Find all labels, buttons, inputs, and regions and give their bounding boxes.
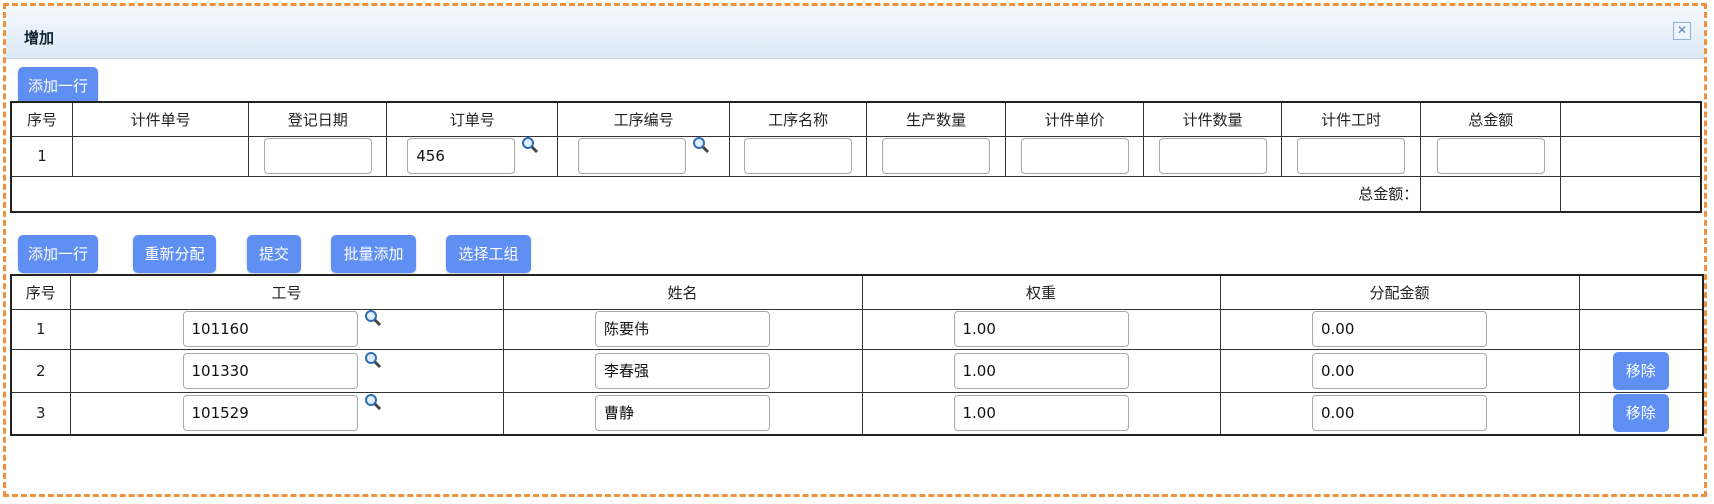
table-row: 1 101160 陈要伟 1.00 0.00 [10, 308, 1704, 350]
proc-code-input[interactable] [578, 138, 687, 174]
cell-weight: 1.00 [861, 391, 1221, 436]
cell-emp-no: 101330 [69, 348, 504, 393]
cell-piece-hours [1281, 135, 1422, 177]
name-input[interactable]: 曹静 [595, 395, 770, 432]
header-order-no: 订单号 [386, 101, 559, 137]
weight-input[interactable]: 1.00 [953, 311, 1129, 347]
header-unit-price: 计件单价 [1005, 101, 1145, 137]
cell-amount: 0.00 [1219, 308, 1580, 350]
cell-action: 移除 [1578, 391, 1704, 436]
unit-price-input[interactable] [1020, 138, 1129, 174]
cell-seq: 1 [10, 135, 74, 177]
piece-qty-input[interactable] [1158, 138, 1267, 174]
add-row-button[interactable]: 添加一行 [18, 235, 98, 273]
cell-seq: 1 [10, 308, 71, 350]
table-row: 3 101529 曹静 1.00 0.00 移除 [10, 391, 1704, 436]
allocation-table: 序号 工号 姓名 权重 分配金额 1 101160 陈要伟 1.00 0.00 … [10, 274, 1704, 436]
amount-input[interactable]: 0.00 [1312, 352, 1487, 389]
cell-name: 李春强 [502, 348, 863, 393]
cell-weight: 1.00 [861, 308, 1221, 350]
emp-no-input[interactable]: 101330 [182, 352, 358, 389]
cell-proc-name [729, 135, 868, 177]
reassign-button[interactable]: 重新分配 [133, 235, 216, 273]
batch-add-button[interactable]: 批量添加 [331, 235, 416, 273]
emp-no-input[interactable]: 101529 [182, 395, 358, 432]
table-header-row: 序号 计件单号 登记日期 订单号 工序编号 工序名称 生产数量 计件单价 计件数… [10, 101, 1702, 137]
total-value [1420, 175, 1562, 213]
name-input[interactable]: 陈要伟 [595, 311, 770, 347]
cell-order-no: 456 [386, 135, 559, 177]
header-name: 姓名 [502, 274, 863, 310]
order-no-input[interactable]: 456 [407, 138, 516, 174]
header-prod-qty: 生产数量 [866, 101, 1007, 137]
cell-emp-no: 101529 [69, 391, 504, 436]
remove-button[interactable]: 移除 [1612, 394, 1669, 433]
header-proc-code: 工序编号 [557, 101, 731, 137]
search-icon[interactable] [364, 309, 382, 327]
top-add-row-button[interactable]: 添加一行 [18, 67, 98, 105]
cell-action [1578, 308, 1704, 350]
header-piece-hours: 计件工时 [1281, 101, 1422, 137]
select-group-button[interactable]: 选择工组 [446, 235, 531, 273]
total-input[interactable] [1436, 138, 1545, 174]
table-header-row: 序号 工号 姓名 权重 分配金额 [10, 274, 1704, 310]
cell-seq: 3 [10, 391, 71, 436]
header-proc-name: 工序名称 [729, 101, 868, 137]
cell-seq: 2 [10, 348, 71, 393]
cell-unit-price [1005, 135, 1145, 177]
weight-input[interactable]: 1.00 [953, 352, 1129, 389]
header-piece-qty: 计件数量 [1143, 101, 1283, 137]
table-footer-row: 总金额： [10, 175, 1702, 213]
remove-button[interactable]: 移除 [1612, 351, 1669, 390]
weight-input[interactable]: 1.00 [953, 395, 1129, 432]
header-reg-date: 登记日期 [248, 101, 388, 137]
cell-action: 移除 [1578, 348, 1704, 393]
amount-input[interactable]: 0.00 [1312, 395, 1487, 432]
header-seq: 序号 [10, 274, 71, 310]
cell-name: 陈要伟 [502, 308, 863, 350]
footer-empty-cell [1560, 175, 1702, 213]
header-action [1578, 274, 1704, 310]
emp-no-input[interactable]: 101160 [182, 311, 358, 347]
search-icon[interactable] [521, 136, 539, 154]
cell-proc-code [557, 135, 731, 177]
header-emp-no: 工号 [69, 274, 504, 310]
cell-total [1420, 135, 1562, 177]
proc-name-input[interactable] [744, 138, 853, 174]
cell-reg-date [248, 135, 388, 177]
cell-amount: 0.00 [1219, 348, 1580, 393]
search-icon[interactable] [364, 351, 382, 369]
cell-prod-qty [866, 135, 1007, 177]
name-input[interactable]: 李春强 [595, 352, 770, 389]
cell-emp-no: 101160 [69, 308, 504, 350]
close-icon[interactable]: ✕ [1673, 22, 1691, 40]
prod-qty-input[interactable] [882, 138, 991, 174]
search-icon[interactable] [692, 136, 710, 154]
header-piece-no: 计件单号 [72, 101, 250, 137]
cell-weight: 1.00 [861, 348, 1221, 393]
cell-action [1560, 135, 1702, 177]
dialog-title: 增加 [24, 29, 55, 47]
piece-hours-input[interactable] [1297, 138, 1406, 174]
cell-amount: 0.00 [1219, 391, 1580, 436]
reg-date-input[interactable] [263, 138, 372, 174]
total-label: 总金额： [10, 175, 1422, 213]
search-icon[interactable] [364, 393, 382, 411]
header-total: 总金额 [1420, 101, 1562, 137]
header-action [1560, 101, 1702, 137]
cell-name: 曹静 [502, 391, 863, 436]
dialog-titlebar: 增加 ✕ [6, 6, 1704, 59]
amount-input[interactable]: 0.00 [1312, 311, 1487, 347]
dialog: 增加 ✕ 添加一行 序号 计件单号 登记日期 订单号 工序编号 工序名称 生产数… [3, 3, 1707, 497]
table-row: 1 456 [10, 135, 1702, 177]
cell-piece-no [72, 135, 250, 177]
table-row: 2 101330 李春强 1.00 0.00 移除 [10, 348, 1704, 393]
cell-piece-qty [1143, 135, 1283, 177]
header-seq: 序号 [10, 101, 74, 137]
header-weight: 权重 [861, 274, 1221, 310]
piece-order-table: 序号 计件单号 登记日期 订单号 工序编号 工序名称 生产数量 计件单价 计件数… [10, 101, 1702, 213]
submit-button[interactable]: 提交 [247, 235, 301, 273]
header-amount: 分配金额 [1219, 274, 1580, 310]
